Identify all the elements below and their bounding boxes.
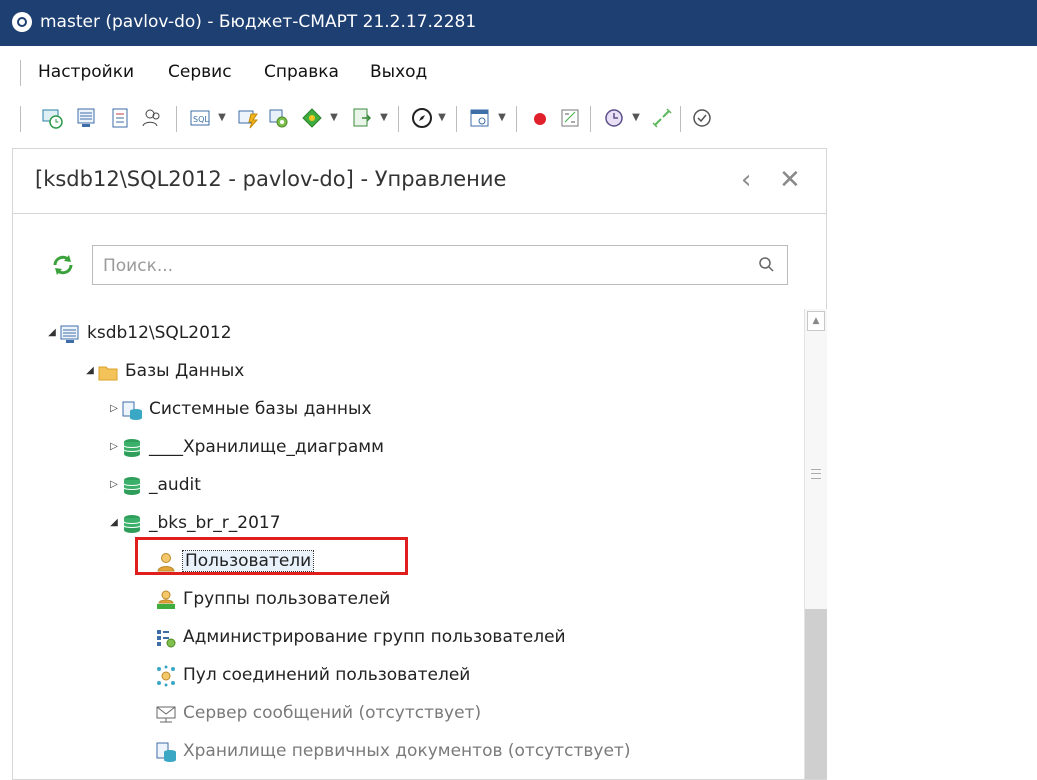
collapsed-triangle-icon[interactable]: ▷ (109, 403, 119, 414)
tree-node-label: _audit (149, 475, 201, 495)
management-panel: [ksdb12\SQL2012 - pavlov-do] - Управлени… (12, 148, 827, 780)
tree-node-label: Пул соединений пользователей (183, 665, 471, 685)
menu-exit[interactable]: Выход (370, 62, 427, 82)
user-gear-icon[interactable] (266, 106, 290, 130)
window-title: master (pavlov-do) - Бюджет-СМАРТ 21.2.1… (40, 12, 477, 32)
sql-run-icon[interactable] (236, 106, 260, 130)
tree-node-label: _bks_br_r_2017 (149, 513, 281, 533)
tree-node-label: Администрирование групп пользователей (183, 627, 566, 647)
tree-node-label: ksdb12\SQL2012 (87, 323, 232, 343)
tree-node-label: Хранилище первичных документов (отсутств… (183, 741, 631, 761)
record-icon[interactable] (528, 106, 552, 130)
group-admin-icon (157, 630, 176, 648)
database-icon (123, 477, 141, 495)
compass-dropdown-arrow-icon[interactable]: ▼ (436, 108, 448, 128)
title-bar: master (pavlov-do) - Бюджет-СМАРТ 21.2.1… (0, 0, 1037, 46)
toolbar-separator (398, 106, 399, 132)
system-databases-icon (122, 401, 142, 420)
scroll-up-icon[interactable]: ▲ (807, 311, 825, 331)
sql-icon[interactable]: SQL (188, 106, 212, 130)
expanded-triangle-icon[interactable]: ◢ (85, 365, 95, 376)
menu-bar: Настройки Сервис Справка Выход (0, 56, 1037, 92)
export-dropdown-arrow-icon[interactable]: ▼ (378, 108, 390, 128)
panel-title: [ksdb12\SQL2012 - pavlov-do] - Управлени… (35, 167, 507, 191)
folder-icon (98, 366, 118, 381)
report-icon[interactable] (468, 106, 492, 130)
app-logo-icon (12, 12, 32, 32)
connection-pool-icon (157, 665, 175, 687)
close-icon[interactable]: ✕ (779, 165, 801, 195)
clock-dropdown-arrow-icon[interactable]: ▼ (630, 108, 642, 128)
users-icon[interactable] (140, 106, 164, 130)
server-list-icon[interactable] (74, 106, 98, 130)
scroll-thumb[interactable] (805, 609, 827, 779)
menu-service[interactable]: Сервис (168, 62, 232, 82)
svg-text:SQL: SQL (193, 115, 209, 124)
toolbar-separator (680, 106, 681, 132)
document-list-icon[interactable] (108, 106, 132, 130)
check-icon[interactable] (690, 106, 714, 130)
unlink-icon[interactable] (650, 106, 674, 130)
toolbar-grip (20, 106, 21, 132)
user-group-icon (157, 590, 175, 609)
tree-node-label: Сервер сообщений (отсутствует) (183, 703, 482, 723)
highlight-annotation (135, 537, 408, 575)
expanded-triangle-icon[interactable]: ◢ (109, 517, 119, 528)
mail-server-icon (156, 706, 176, 723)
database-icon (123, 439, 141, 457)
diamond-icon[interactable] (300, 106, 324, 130)
search-input[interactable] (101, 252, 745, 280)
collapsed-triangle-icon[interactable]: ▷ (109, 479, 119, 490)
diamond-dropdown-arrow-icon[interactable]: ▼ (328, 108, 340, 128)
tree-node-label: Системные базы данных (149, 399, 372, 419)
search-icon[interactable] (757, 255, 777, 275)
scroll-grip-icon (811, 469, 821, 479)
database-icon (123, 515, 141, 533)
search-box (92, 245, 788, 285)
chevron-left-icon[interactable]: ‹ (741, 165, 751, 195)
menu-grip (20, 60, 24, 86)
expanded-triangle-icon[interactable]: ◢ (47, 327, 57, 338)
tree-node-label: Группы пользователей (183, 589, 391, 609)
tree-node-label: Базы Данных (125, 361, 245, 381)
toolbar-separator (176, 106, 177, 132)
toolbar-separator (590, 106, 591, 132)
compare-icon[interactable] (558, 106, 582, 130)
tree-node-label: ____Хранилище_диаграмм (149, 437, 384, 457)
export-icon[interactable] (350, 106, 374, 130)
menu-help[interactable]: Справка (264, 62, 339, 82)
toolbar: SQL ▼ ▼ ▼ ▼ ▼ ▼ (0, 100, 1037, 140)
clock-icon[interactable] (602, 106, 626, 130)
refresh-icon[interactable] (51, 253, 75, 277)
menu-settings[interactable]: Настройки (38, 62, 134, 82)
monitor-clock-icon[interactable] (40, 106, 64, 130)
toolbar-separator (456, 106, 457, 132)
panel-header: [ksdb12\SQL2012 - pavlov-do] - Управлени… (13, 149, 826, 214)
toolbar-separator (516, 106, 517, 132)
report-dropdown-arrow-icon[interactable]: ▼ (496, 108, 508, 128)
server-icon (60, 325, 79, 343)
sql-dropdown-arrow-icon[interactable]: ▼ (216, 108, 228, 128)
compass-icon[interactable] (410, 106, 434, 130)
tree-scrollbar[interactable]: ▲ (804, 309, 827, 779)
collapsed-triangle-icon[interactable]: ▷ (109, 441, 119, 452)
